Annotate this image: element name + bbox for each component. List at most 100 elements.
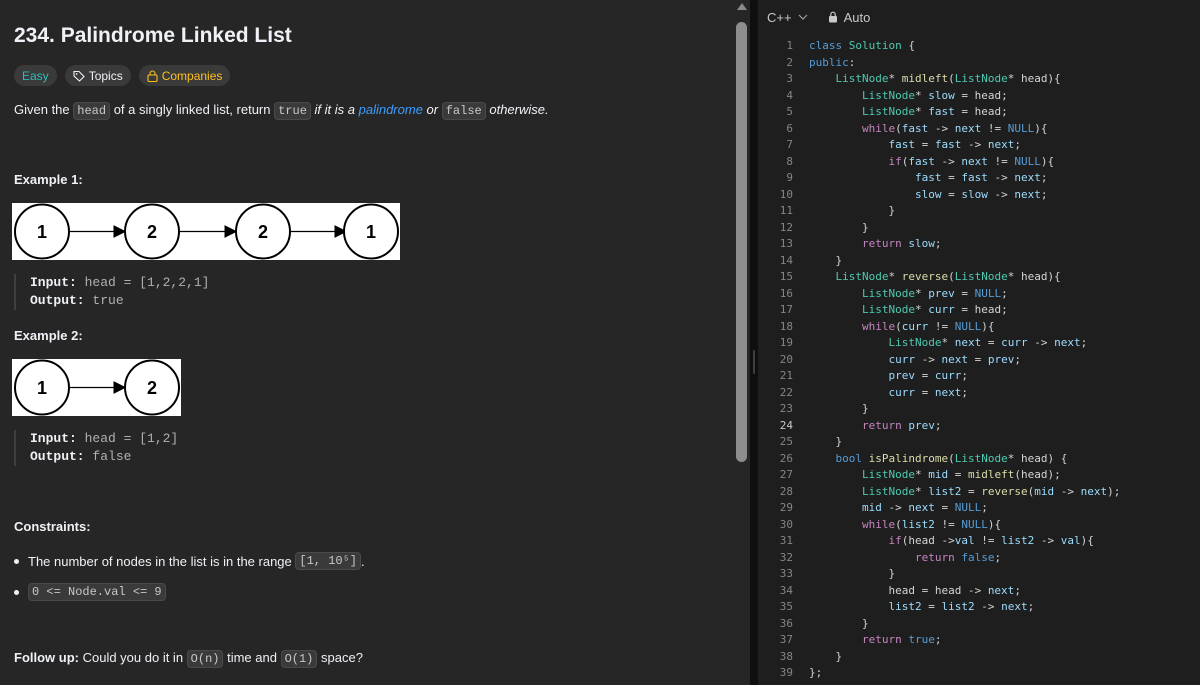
code-line[interactable]: 6 while(fast -> next != NULL){ — [758, 121, 1200, 138]
example-input: Input: head = [1,2,2,1] — [30, 274, 209, 292]
node-value: 1 — [37, 378, 47, 398]
inline-code: true — [274, 102, 311, 120]
desc-text: otherwise. — [485, 102, 549, 117]
code-line[interactable]: 17 ListNode* curr = head; — [758, 302, 1200, 319]
code-line[interactable]: 34 head = head -> next; — [758, 583, 1200, 600]
grip-icon[interactable] — [753, 350, 755, 374]
code-line[interactable]: 4 ListNode* slow = head; — [758, 88, 1200, 105]
code-line[interactable]: 10 slow = slow -> next; — [758, 187, 1200, 204]
code-line[interactable]: 32 return false; — [758, 550, 1200, 567]
companies-label: Companies — [161, 68, 223, 83]
line-number: 34 — [779, 583, 793, 597]
line-number: 33 — [779, 567, 793, 580]
code-line[interactable]: 31 if(head ->val != list2 -> val){ — [758, 533, 1200, 550]
editor-toolbar: C++ Auto — [758, 0, 1200, 34]
desc-text: of a singly linked list, return — [110, 102, 275, 117]
line-number: 16 — [779, 286, 793, 300]
code-text: } — [809, 649, 843, 663]
code-text: ListNode* mid = midleft(head); — [861, 468, 1061, 481]
desc-text: if it is a — [310, 102, 359, 117]
line-number: 37 — [779, 633, 793, 646]
code-text: while(list2 != NULL){ — [861, 517, 1002, 531]
code-line[interactable]: 7 fast = fast -> next; — [758, 137, 1200, 154]
code-line[interactable]: 36 } — [758, 616, 1200, 633]
code-line[interactable]: 11 } — [758, 203, 1200, 220]
code-text: prev = curr; — [888, 369, 968, 382]
code-line[interactable]: 18 while(curr != NULL){ — [758, 319, 1200, 336]
code-line[interactable]: 8 if(fast -> next != NULL){ — [758, 154, 1200, 171]
code-line[interactable]: 28 ListNode* list2 = reverse(mid -> next… — [758, 484, 1200, 501]
code-line[interactable]: 38 } — [758, 649, 1200, 666]
code-text: } — [809, 567, 896, 580]
description-scrollbar[interactable] — [733, 0, 750, 685]
companies-button[interactable]: Companies — [138, 65, 231, 86]
chevron-down-icon — [798, 14, 808, 20]
scroll-up-icon[interactable] — [737, 3, 747, 10]
mode-toggle[interactable]: Auto — [828, 10, 870, 25]
line-number: 25 — [779, 435, 793, 448]
inline-code: O(n) — [186, 650, 224, 668]
code-line[interactable]: 29 mid -> next = NULL; — [758, 500, 1200, 517]
inline-code: [1, 10⁵] — [295, 552, 361, 570]
line-number: 7 — [786, 138, 793, 151]
constraint-text: The number of nodes in the list is in th… — [28, 553, 292, 569]
code-line[interactable]: 37 return true; — [758, 632, 1200, 649]
line-number: 11 — [779, 204, 793, 217]
panel-resize-handle[interactable] — [750, 0, 758, 685]
code-text: ListNode* fast = head; — [861, 105, 1008, 118]
node-value: 1 — [37, 222, 47, 242]
problem-title: 234. Palindrome Linked List — [14, 24, 292, 47]
line-number: 8 — [786, 154, 793, 168]
code-line[interactable]: 15 ListNode* reverse(ListNode* head){ — [758, 269, 1200, 286]
code-line[interactable]: 19 ListNode* next = curr -> next; — [758, 335, 1200, 352]
code-line[interactable]: 33 } — [758, 566, 1200, 583]
inline-code: O(1) — [280, 650, 318, 668]
node-value: 2 — [258, 222, 268, 242]
code-line[interactable]: 12 } — [758, 220, 1200, 237]
inline-code: 0 <= Node.val <= 9 — [28, 583, 166, 601]
line-number: 35 — [779, 600, 793, 613]
language-select[interactable]: C++ — [767, 10, 808, 25]
code-line[interactable]: 35 list2 = list2 -> next; — [758, 599, 1200, 616]
code-line[interactable]: 25 } — [758, 434, 1200, 451]
code-line[interactable]: 22 curr = next; — [758, 385, 1200, 402]
topics-button[interactable]: Topics — [64, 65, 131, 86]
code-line[interactable]: 5 ListNode* fast = head; — [758, 104, 1200, 121]
code-line[interactable]: 3 ListNode* midleft(ListNode* head){ — [758, 71, 1200, 88]
line-number: 4 — [786, 88, 793, 102]
code-text: while(curr != NULL){ — [861, 319, 995, 333]
code-area[interactable]: 1 class Solution { 2 public: 3 ListNode* mid… — [758, 38, 1200, 682]
line-number: 17 — [779, 303, 793, 316]
palindrome-link[interactable]: palindrome — [359, 102, 423, 117]
line-number: 32 — [779, 550, 793, 564]
scrollbar-thumb[interactable] — [736, 22, 747, 462]
code-line[interactable]: 20 curr -> next = prev; — [758, 352, 1200, 369]
code-line[interactable]: 21 prev = curr; — [758, 368, 1200, 385]
code-text: slow = slow -> next; — [914, 187, 1048, 201]
code-line[interactable]: 13 return slow; — [758, 236, 1200, 253]
code-line[interactable]: 2 public: — [758, 55, 1200, 72]
follow-up-label: Follow up: — [14, 650, 79, 665]
line-number: 29 — [779, 501, 793, 514]
code-line[interactable]: 30 while(list2 != NULL){ — [758, 517, 1200, 534]
code-text: public: — [809, 55, 856, 69]
line-number: 14 — [779, 253, 793, 267]
code-line[interactable]: 26 bool isPalindrome(ListNode* head) { — [758, 451, 1200, 468]
code-line[interactable]: 14 } — [758, 253, 1200, 270]
code-line[interactable]: 39}; — [758, 665, 1200, 682]
code-text: fast = fast -> next; — [914, 171, 1048, 184]
code-line[interactable]: 27 ListNode* mid = midleft(head); — [758, 467, 1200, 484]
code-line[interactable]: 1 class Solution { — [758, 38, 1200, 55]
line-number: 24 — [779, 418, 793, 432]
code-line[interactable]: 9 fast = fast -> next; — [758, 170, 1200, 187]
code-text: class Solution { — [809, 39, 915, 52]
input-label: Input: — [30, 275, 77, 290]
code-line[interactable]: 16 ListNode* prev = NULL; — [758, 286, 1200, 303]
line-number: 1 — [786, 39, 793, 52]
code-line[interactable]: 24 return prev; — [758, 418, 1200, 435]
input-value: head = [1,2,2,1] — [76, 275, 210, 290]
line-number: 19 — [779, 336, 793, 349]
difficulty-badge[interactable]: Easy — [14, 65, 57, 86]
code-line[interactable]: 23 } — [758, 401, 1200, 418]
code-text: return slow; — [861, 237, 942, 250]
